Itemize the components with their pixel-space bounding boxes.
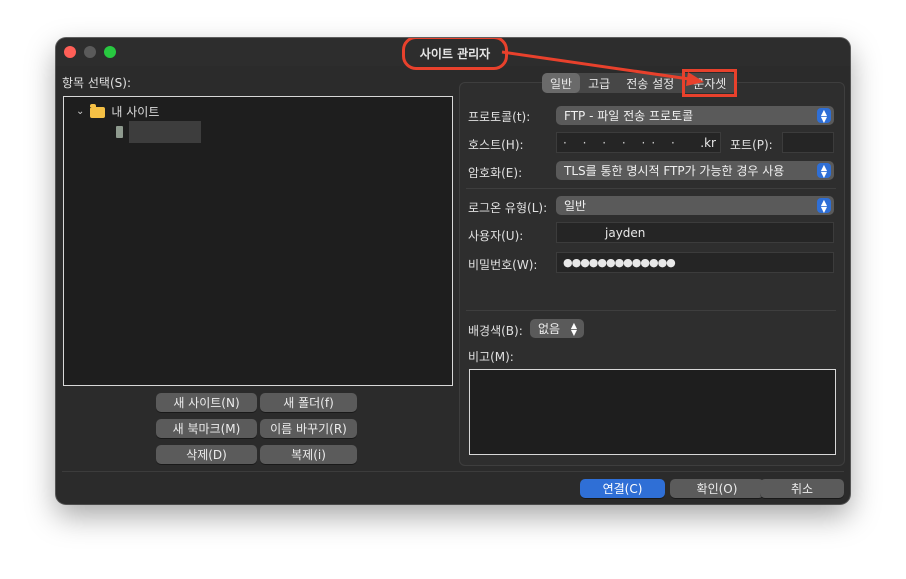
folder-icon — [90, 104, 106, 118]
window-title: 사이트 관리자 — [402, 38, 508, 70]
cancel-button[interactable]: 취소 — [760, 479, 844, 498]
logon-type-select[interactable]: 일반 ▲ ▼ — [556, 196, 834, 215]
tree-item-label: 내 사이트 — [111, 105, 160, 119]
redacted-site-name — [129, 121, 201, 143]
encryption-value: TLS를 통한 명시적 FTP가 가능한 경우 사용 — [564, 164, 785, 178]
duplicate-button[interactable]: 복제(i) — [260, 445, 357, 464]
tree-item-my-sites[interactable]: ⌄ 내 사이트 — [76, 103, 159, 120]
host-masked-value: · · · · ·· · — [563, 135, 681, 150]
tab-charset[interactable]: 문자셋 — [682, 69, 738, 97]
ok-button[interactable]: 확인(O) — [670, 479, 764, 498]
footer-divider — [62, 471, 844, 472]
tab-advanced[interactable]: 고급 — [580, 73, 618, 93]
encryption-select[interactable]: TLS를 통한 명시적 FTP가 가능한 경우 사용 ▲ ▼ — [556, 161, 834, 180]
logon-type-label: 로그온 유형(L): — [468, 201, 548, 215]
password-label: 비밀번호(W): — [468, 258, 538, 272]
bgcolor-label: 배경색(B): — [468, 324, 523, 338]
new-bookmark-button[interactable]: 새 북마크(M) — [156, 419, 257, 438]
new-folder-button[interactable]: 새 폴더(f) — [260, 393, 357, 412]
tree-item-site[interactable] — [116, 121, 201, 143]
select-entry-label: 항목 선택(S): — [62, 76, 131, 90]
server-icon — [116, 126, 123, 138]
new-site-button[interactable]: 새 사이트(N) — [156, 393, 257, 412]
divider — [466, 310, 836, 311]
logon-type-value: 일반 — [564, 199, 587, 213]
tab-general[interactable]: 일반 — [542, 73, 581, 93]
encryption-label: 암호화(E): — [468, 166, 523, 180]
zoom-window-button[interactable] — [104, 46, 116, 58]
chevron-updown-icon: ▲ ▼ — [817, 108, 831, 123]
memo-label: 비고(M): — [468, 350, 514, 364]
site-manager-window: 사이트 관리자 항목 선택(S): ⌄ 내 사이트 새 사이트(N) 새 폴더(… — [56, 38, 850, 504]
chevron-updown-icon: ▲ ▼ — [570, 320, 578, 337]
protocol-label: 프로토콜(t): — [468, 110, 531, 124]
minimize-window-button[interactable] — [84, 46, 96, 58]
connect-button[interactable]: 연결(C) — [580, 479, 665, 498]
protocol-value: FTP - 파일 전송 프로토콜 — [564, 109, 694, 123]
host-input[interactable]: · · · · ·· · .kr — [556, 132, 721, 153]
rename-button[interactable]: 이름 바꾸기(R) — [260, 419, 357, 438]
tab-transfer-settings[interactable]: 전송 설정 — [618, 73, 682, 93]
chevron-updown-icon: ▲ ▼ — [817, 163, 831, 178]
user-input[interactable]: jayden — [556, 222, 834, 243]
user-label: 사용자(U): — [468, 229, 524, 243]
protocol-select[interactable]: FTP - 파일 전송 프로토콜 ▲ ▼ — [556, 106, 834, 125]
chevron-down-icon[interactable]: ⌄ — [76, 106, 84, 117]
bgcolor-value: 없음 — [538, 322, 561, 336]
port-input[interactable] — [782, 132, 834, 153]
bgcolor-select[interactable]: 없음 ▲ ▼ — [530, 319, 584, 338]
port-label: 포트(P): — [730, 138, 773, 152]
divider — [466, 188, 836, 189]
site-tree[interactable]: ⌄ 내 사이트 — [63, 96, 453, 386]
settings-tabs: 일반 고급 전송 설정 문자셋 — [542, 69, 738, 97]
password-input[interactable]: ●●●●●●●●●●●●● — [556, 252, 834, 273]
host-label: 호스트(H): — [468, 138, 524, 152]
memo-textarea[interactable] — [469, 369, 836, 455]
title-bar: 사이트 관리자 — [56, 38, 850, 70]
chevron-updown-icon: ▲ ▼ — [817, 198, 831, 213]
host-value: .kr — [700, 135, 716, 150]
delete-button[interactable]: 삭제(D) — [156, 445, 257, 464]
close-window-button[interactable] — [64, 46, 76, 58]
